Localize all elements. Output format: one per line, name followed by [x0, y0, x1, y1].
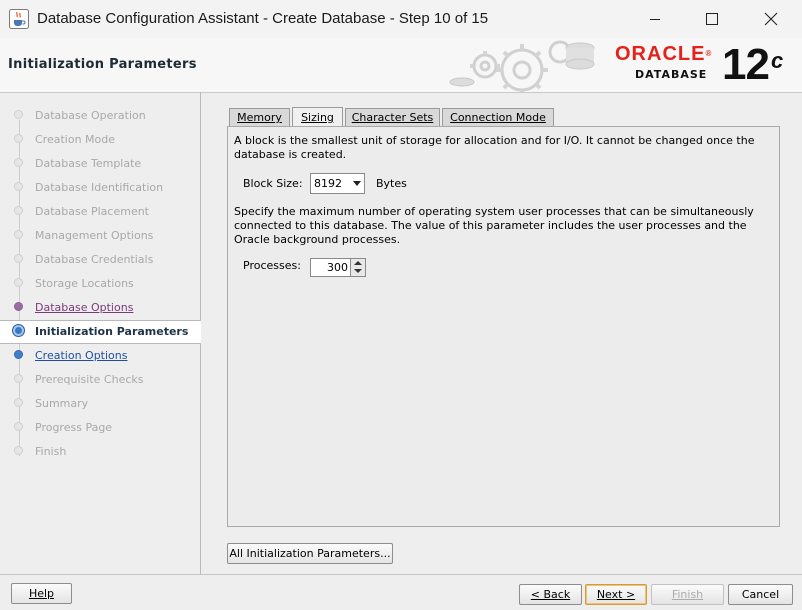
button-label: < Back: [530, 588, 571, 601]
sidebar-step-database-identification: Database Identification: [0, 177, 200, 199]
step-indicator-icon: [14, 422, 23, 431]
step-indicator-icon: [14, 230, 23, 239]
step-indicator-icon: [14, 398, 23, 407]
gears-illustration-icon: [449, 40, 595, 92]
processes-label: Processes:: [243, 259, 301, 272]
oracle-logo: ORACLE® DATABASE: [615, 44, 712, 81]
sidebar-step-database-credentials: Database Credentials: [0, 249, 200, 271]
tab-memory[interactable]: Memory: [229, 108, 290, 126]
processes-spinner-buttons[interactable]: [350, 259, 365, 276]
minimize-button[interactable]: [632, 0, 678, 38]
version-suffix: c: [770, 48, 783, 73]
processes-spinner[interactable]: 300: [310, 258, 366, 277]
step-label: Database Template: [35, 157, 142, 170]
sidebar-step-management-options: Management Options: [0, 225, 200, 247]
oracle-version: 12c: [722, 40, 783, 90]
button-label: Finish: [671, 588, 704, 601]
page-header: Initialization Parameters ORACLE® DATABA…: [0, 38, 802, 93]
sidebar-step-initialization-parameters: Initialization Parameters: [0, 320, 201, 344]
page-title: Initialization Parameters: [8, 57, 197, 72]
block-size-unit: Bytes: [376, 177, 407, 190]
step-label[interactable]: Database Options: [35, 301, 133, 314]
step-indicator-icon: [12, 324, 25, 337]
step-indicator-icon: [14, 278, 23, 287]
step-label: Database Credentials: [35, 253, 154, 266]
version-number: 12: [722, 40, 770, 89]
button-label: Next >: [596, 588, 636, 601]
maximize-button[interactable]: [689, 0, 735, 38]
button-label: Help: [28, 587, 55, 600]
tab-label: Connection Mode: [450, 111, 546, 124]
minimize-icon: [650, 19, 660, 20]
step-label: Database Operation: [35, 109, 146, 122]
sidebar-step-progress-page: Progress Page: [0, 417, 200, 439]
oracle-product-name: DATABASE: [635, 68, 708, 81]
step-indicator-icon: [14, 374, 23, 383]
sidebar-step-creation-mode: Creation Mode: [0, 129, 200, 151]
block-size-label: Block Size:: [243, 177, 303, 190]
tab-connection-mode[interactable]: Connection Mode: [442, 108, 554, 126]
registered-mark: ®: [705, 49, 713, 58]
window-titlebar: Database Configuration Assistant - Creat…: [0, 0, 802, 39]
step-indicator-icon: [14, 110, 23, 119]
close-icon: [764, 12, 778, 26]
button-label: All Initialization Parameters...: [229, 547, 391, 560]
next-button[interactable]: Next >: [585, 584, 647, 605]
back-button[interactable]: < Back: [519, 584, 582, 605]
step-indicator-icon: [14, 158, 23, 167]
tab-character-sets[interactable]: Character Sets: [345, 108, 440, 126]
step-label: Prerequisite Checks: [35, 373, 144, 386]
spinner-down-icon[interactable]: [354, 269, 362, 273]
window-title: Database Configuration Assistant - Creat…: [37, 10, 489, 27]
block-size-select[interactable]: 8192: [310, 173, 365, 194]
block-size-description: A block is the smallest unit of storage …: [234, 134, 755, 161]
footer-divider: [0, 574, 802, 575]
sidebar-step-finish: Finish: [0, 441, 200, 463]
step-indicator-icon: [14, 182, 23, 191]
oracle-wordmark: ORACLE: [615, 43, 706, 65]
step-label: Summary: [35, 397, 89, 410]
step-indicator-icon: [14, 134, 23, 143]
close-button[interactable]: [748, 0, 794, 38]
step-indicator-icon: [14, 446, 23, 455]
tab-label: Sizing: [301, 111, 334, 124]
button-label: Cancel: [741, 588, 780, 601]
step-indicator-icon: [14, 254, 23, 263]
step-label: Initialization Parameters: [35, 325, 189, 338]
finish-button[interactable]: Finish: [651, 584, 724, 605]
sidebar-step-database-placement: Database Placement: [0, 201, 200, 223]
step-label[interactable]: Creation Options: [35, 349, 127, 362]
tab-label: Character Sets: [351, 111, 434, 124]
step-indicator-icon: [14, 302, 23, 311]
block-size-value: 8192: [314, 177, 342, 190]
sidebar-step-database-template: Database Template: [0, 153, 200, 175]
sidebar-step-database-operation: Database Operation: [0, 105, 200, 127]
sidebar-step-storage-locations: Storage Locations: [0, 273, 200, 295]
step-label: Database Placement: [35, 205, 149, 218]
chevron-down-icon: [353, 181, 361, 186]
all-initialization-parameters-button[interactable]: All Initialization Parameters...: [227, 543, 393, 564]
step-label: Creation Mode: [35, 133, 116, 146]
tab-sizing[interactable]: Sizing: [292, 107, 343, 127]
processes-description: Specify the maximum number of operating …: [234, 205, 754, 246]
step-label: Storage Locations: [35, 277, 134, 290]
sidebar-step-creation-options[interactable]: Creation Options: [0, 345, 200, 367]
steps-sidebar: Database Operation Creation Mode Database …: [0, 92, 201, 574]
step-label: Database Identification: [35, 181, 164, 194]
sidebar-step-prerequisite-checks: Prerequisite Checks: [0, 369, 200, 391]
processes-value: 300: [327, 261, 348, 274]
cancel-button[interactable]: Cancel: [728, 584, 793, 605]
java-coffee-icon: [9, 9, 29, 29]
spinner-up-icon[interactable]: [354, 261, 362, 265]
maximize-icon: [706, 13, 718, 25]
step-indicator-icon: [14, 350, 23, 359]
help-button[interactable]: Help: [11, 583, 72, 604]
step-label: Progress Page: [35, 421, 113, 434]
step-label: Finish: [35, 445, 67, 458]
tab-label: Memory: [237, 111, 282, 124]
sidebar-step-database-options[interactable]: Database Options: [0, 297, 200, 319]
step-indicator-icon: [14, 206, 23, 215]
sidebar-step-summary: Summary: [0, 393, 200, 415]
step-label: Management Options: [35, 229, 154, 242]
